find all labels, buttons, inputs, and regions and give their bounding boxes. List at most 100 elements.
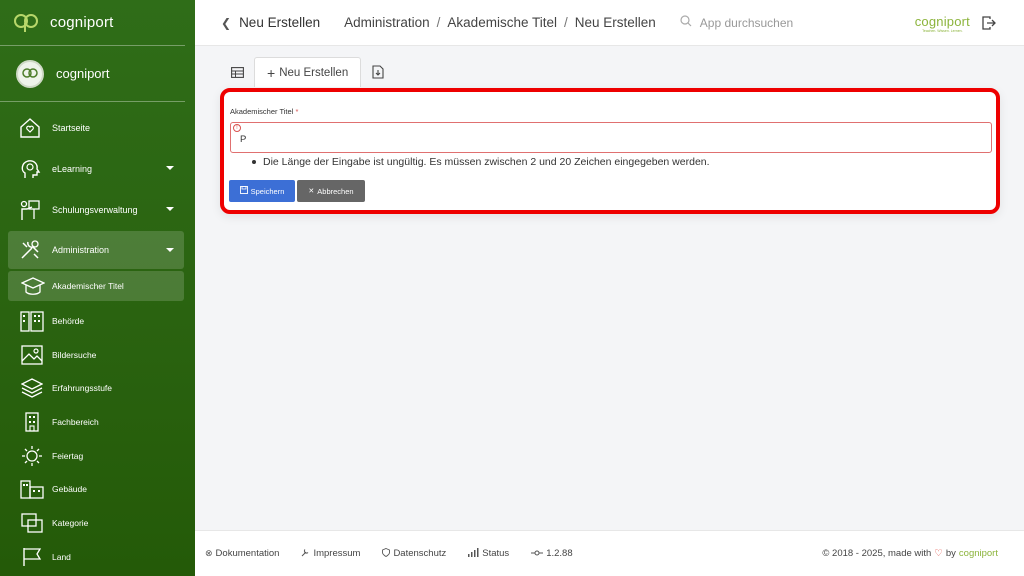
sidebar-item-feiertag[interactable]: Feiertag <box>8 439 184 473</box>
chevron-left-icon: ❮ <box>221 15 232 30</box>
plus-icon: + <box>267 64 276 81</box>
header-logo-tagline: Teachen. Wissen. Lernen. <box>922 29 963 33</box>
warning-icon: ! <box>233 124 241 132</box>
home-heart-icon <box>18 116 42 140</box>
validation-error-text: Die Länge der Eingabe ist ungültig. Es m… <box>263 156 710 168</box>
sidebar-item-label: Behörde <box>52 315 85 326</box>
sidebar-item-label: Administration <box>52 245 110 255</box>
presenter-board-icon <box>18 198 42 222</box>
tab-label: Neu Erstellen <box>279 66 349 79</box>
sidebar-item-startseite[interactable]: Startseite <box>8 108 184 148</box>
bullet <box>252 160 256 164</box>
sidebar-item-label: Akademischer Titel <box>52 281 124 291</box>
required-mark: * <box>295 107 299 116</box>
sidebar-item-label: Gebäude <box>52 484 87 495</box>
footer-link-datenschutz[interactable]: Datenschutz <box>382 548 446 559</box>
field-label: Akademischer Titel * <box>230 107 298 116</box>
field-label-text: Akademischer Titel <box>230 107 294 116</box>
user-logo-icon <box>22 67 38 78</box>
user-profile[interactable]: cogniport <box>0 46 185 102</box>
category-icon <box>20 512 44 534</box>
sidebar-item-fachbereich[interactable]: Fachbereich <box>8 405 184 439</box>
image-icon <box>20 344 44 366</box>
sidebar-item-label: Schulungsverwaltung <box>52 205 138 215</box>
version-label: 1.2.88 <box>546 548 573 559</box>
file-import-icon <box>372 65 384 79</box>
breadcrumb-item[interactable]: Akademische Titel <box>447 15 557 30</box>
header-logo: cogniport Teachen. Wissen. Lernen. <box>915 14 970 33</box>
akademischer-titel-input[interactable]: ! P <box>230 122 992 153</box>
sidebar-item-akademischer-titel[interactable]: Akademischer Titel <box>8 271 184 301</box>
flag-icon <box>20 546 44 568</box>
sidebar-item-label: Startseite <box>52 123 91 133</box>
breadcrumb: Administration / Akademische Titel / Neu… <box>344 15 656 30</box>
footer-link-label: Status <box>482 548 510 559</box>
breadcrumb-separator: / <box>436 15 441 30</box>
sidebar-item-schulungsverwaltung[interactable]: Schulungsverwaltung <box>8 190 184 230</box>
breadcrumb-separator: / <box>563 15 568 30</box>
copyright-brand[interactable]: cogniport <box>959 548 998 559</box>
sun-icon <box>20 445 44 467</box>
sidebar-item-label: Kategorie <box>52 517 89 528</box>
wrench-icon <box>301 548 310 559</box>
input-value: P <box>240 133 247 145</box>
layers-icon <box>20 377 44 399</box>
sidebar-item-elearning[interactable]: eLearning <box>8 149 184 189</box>
head-gear-icon <box>18 157 42 181</box>
sidebar-item-label: Land <box>52 551 71 562</box>
topbar: ❮ Neu Erstellen Administration / Akademi… <box>195 0 1024 46</box>
chevron-down-icon <box>166 207 174 211</box>
sidebar-item-land[interactable]: Land <box>8 540 184 574</box>
signal-bars-icon <box>468 548 479 559</box>
footer-link-impressum[interactable]: Impressum <box>301 548 360 559</box>
footer-link-dokumentation[interactable]: ⊗ Dokumentation <box>205 548 279 559</box>
sidebar-item-administration[interactable]: Administration <box>8 231 184 269</box>
chevron-down-icon <box>166 166 174 170</box>
building-icon <box>20 310 44 332</box>
sidebar-item-label: Erfahrungsstufe <box>52 383 113 394</box>
breadcrumb-item: Neu Erstellen <box>574 15 656 30</box>
copyright-text: © 2018 - 2025, made with <box>822 548 932 559</box>
footer-link-label: Impressum <box>313 548 361 559</box>
chevron-down-icon <box>166 248 174 252</box>
app-name: cogniport <box>50 14 114 31</box>
cancel-button[interactable]: ✕ Abbrechen <box>297 180 365 202</box>
tab-bar: + Neu Erstellen <box>220 57 395 87</box>
footer-link-status[interactable]: Status <box>468 548 509 559</box>
sidebar-item-label: Feiertag <box>52 450 84 461</box>
lifebuoy-icon: ⊗ <box>205 548 213 558</box>
save-icon <box>239 186 248 196</box>
sidebar-item-bildersuche[interactable]: Bildersuche <box>8 338 184 372</box>
footer: ⊗ Dokumentation Impressum Datenschutz St… <box>195 530 1024 576</box>
buildings-icon <box>20 478 44 500</box>
brand[interactable]: cogniport <box>0 0 185 46</box>
cogniport-logo-icon <box>14 13 38 32</box>
sidebar-item-gebaeude[interactable]: Gebäude <box>8 472 184 506</box>
form-card: Akademischer Titel * ! P Die Länge der E… <box>220 88 1000 214</box>
save-button[interactable]: Speichern <box>229 180 295 202</box>
back-label: Neu Erstellen <box>239 15 321 30</box>
sidebar-item-erfahrungsstufe[interactable]: Erfahrungsstufe <box>8 371 184 405</box>
tab-table-view[interactable] <box>220 57 254 87</box>
tab-import[interactable] <box>361 57 395 87</box>
sidebar-item-kategorie[interactable]: Kategorie <box>8 506 184 540</box>
footer-version: 1.2.88 <box>531 548 573 559</box>
table-icon <box>230 66 244 78</box>
header-logo-text: cogniport <box>914 14 970 29</box>
sidebar-nav: Startseite eLearning Schulungsverwaltung… <box>0 102 195 574</box>
back-button[interactable]: ❮ Neu Erstellen <box>221 15 320 30</box>
graduation-cap-icon <box>20 275 46 297</box>
sidebar: cogniport cogniport Startseite eLearning <box>0 0 195 576</box>
tab-neu-erstellen[interactable]: + Neu Erstellen <box>254 57 362 87</box>
breadcrumb-item[interactable]: Administration <box>344 15 430 30</box>
search-input[interactable]: App durchsuchen <box>680 15 793 30</box>
sidebar-item-label: Bildersuche <box>52 349 97 360</box>
commit-icon <box>531 549 544 559</box>
close-icon: ✕ <box>308 188 315 195</box>
sidebar-item-behoerde[interactable]: Behörde <box>8 304 184 338</box>
sidebar-item-label: Fachbereich <box>52 416 99 427</box>
copyright: © 2018 - 2025, made with ♡ by cogniport <box>822 548 998 559</box>
logout-icon[interactable] <box>982 16 996 30</box>
heart-icon: ♡ <box>934 548 943 559</box>
copyright-by: by <box>945 548 956 559</box>
